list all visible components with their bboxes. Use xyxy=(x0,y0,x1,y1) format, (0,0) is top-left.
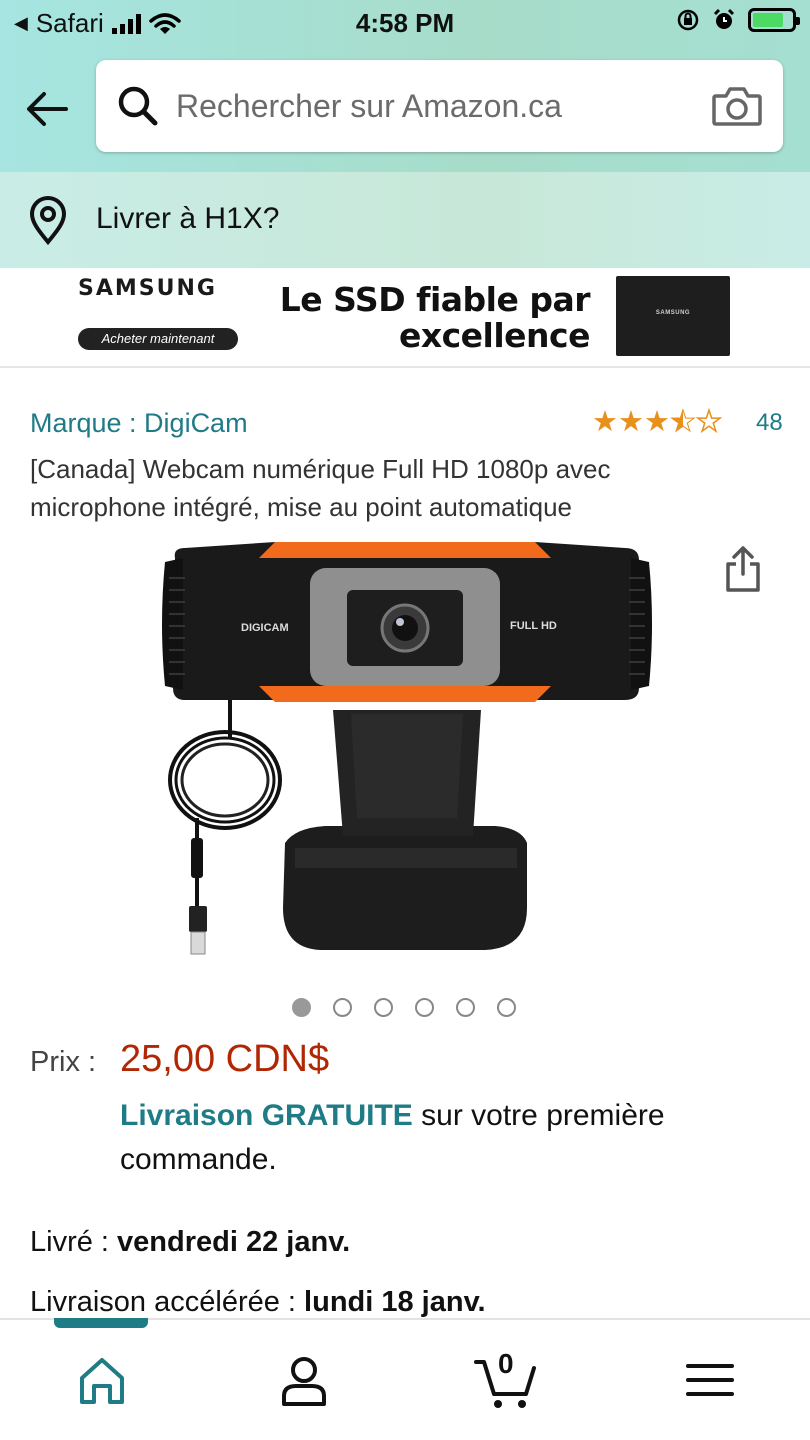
ad-cta-button[interactable]: Acheter maintenant xyxy=(78,328,238,350)
pager-dot[interactable] xyxy=(374,998,393,1017)
bottom-nav xyxy=(0,1318,810,1440)
location-pin-icon xyxy=(29,196,67,246)
ad-slogan-line1: Le SSD fiable par xyxy=(279,280,591,319)
cart-count-badge[interactable]: 0 xyxy=(498,1348,514,1380)
ad-slogan-line2: excellence xyxy=(398,316,591,355)
rating-count[interactable]: 48 xyxy=(756,409,783,437)
star-half-icon: ★ xyxy=(670,406,697,438)
ad-ssd-image: SAMSUNG xyxy=(616,276,730,356)
price-label: Prix : xyxy=(30,1046,97,1078)
star-empty-icon: ★ xyxy=(695,406,723,438)
app-header: ◀ Safari 4:58 PM xyxy=(0,0,810,172)
pager-dot[interactable] xyxy=(292,998,311,1017)
star-full-icon: ★ xyxy=(644,406,670,438)
shipping-info: Livraison GRATUITE sur votre première co… xyxy=(120,1094,760,1182)
home-icon[interactable] xyxy=(72,1350,132,1410)
back-arrow-icon[interactable] xyxy=(22,84,72,134)
star-full-icon: ★ xyxy=(618,406,644,438)
delivery-date: vendredi 22 janv. xyxy=(117,1226,351,1258)
delivery-location-bar[interactable]: Livrer à H1X? xyxy=(0,172,810,268)
delivery-label: Livré : xyxy=(30,1226,109,1258)
ad-ssd-label: SAMSUNG xyxy=(655,310,691,316)
search-input[interactable] xyxy=(176,80,696,132)
share-icon[interactable] xyxy=(722,544,764,594)
orientation-lock-icon xyxy=(677,9,699,31)
delivery-estimate: Livré : vendredi 22 janv. xyxy=(30,1226,350,1259)
alarm-icon xyxy=(713,8,735,29)
product-image[interactable]: DIGICAM FULL HD xyxy=(155,538,660,963)
rating-widget[interactable]: ★ ★ ★ ★ ★ 48 xyxy=(592,406,783,438)
menu-icon[interactable] xyxy=(680,1350,740,1410)
search-bar[interactable] xyxy=(96,60,783,152)
pager-dot[interactable] xyxy=(456,998,475,1017)
webcam-label-left: DIGICAM xyxy=(241,622,289,634)
fast-delivery-label: Livraison accélérée : xyxy=(30,1286,296,1318)
camera-icon[interactable] xyxy=(711,84,763,128)
pager-dot[interactable] xyxy=(497,998,516,1017)
deliver-to-label[interactable]: Livrer à H1X? xyxy=(96,202,279,236)
ad-brand-logo: SAMSUNG xyxy=(78,276,217,301)
search-icon[interactable] xyxy=(116,84,160,128)
pager-dot[interactable] xyxy=(333,998,352,1017)
ad-banner[interactable]: SAMSUNG Acheter maintenant Le SSD fiable… xyxy=(62,268,750,364)
free-shipping-link[interactable]: Livraison GRATUITE xyxy=(120,1099,413,1132)
divider xyxy=(0,366,810,368)
pager-dot[interactable] xyxy=(415,998,434,1017)
active-tab-indicator xyxy=(54,1318,148,1328)
image-pager[interactable] xyxy=(292,998,516,1017)
fast-delivery-date: lundi 18 janv. xyxy=(304,1286,486,1318)
webcam-label-right: FULL HD xyxy=(510,620,557,632)
price-value: 25,00 CDN$ xyxy=(120,1038,330,1080)
battery-icon xyxy=(748,8,800,32)
product-title: [Canada] Webcam numérique Full HD 1080p … xyxy=(30,454,611,522)
star-full-icon: ★ xyxy=(592,406,618,438)
ad-slogan: Le SSD fiable par excellence xyxy=(270,280,591,355)
fast-delivery-estimate: Livraison accélérée : lundi 18 janv. xyxy=(30,1286,486,1319)
status-bar: ◀ Safari 4:58 PM xyxy=(0,0,810,46)
account-icon[interactable] xyxy=(274,1350,334,1410)
brand-link[interactable]: Marque : DigiCam xyxy=(30,408,248,439)
